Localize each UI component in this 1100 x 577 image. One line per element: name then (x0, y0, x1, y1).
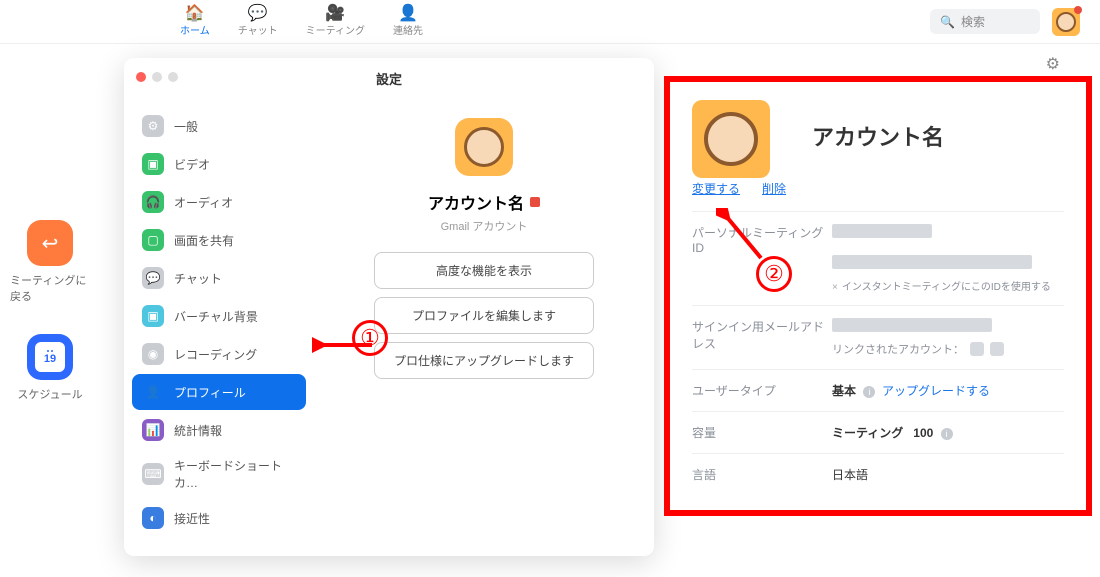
profile-title: アカウント名 (812, 120, 944, 152)
snav-recording[interactable]: ◉レコーディング (132, 336, 306, 372)
header-tabs: 🏠 ホーム 💬 チャット 🎥 ミーティング 👤 連絡先 (180, 6, 423, 37)
search-placeholder: 検索 (961, 13, 985, 30)
chat-icon: 💬 (248, 6, 268, 22)
delete-avatar-link[interactable]: 削除 (762, 180, 786, 197)
tab-label: ホーム (180, 22, 210, 37)
google-chip-icon (970, 342, 984, 356)
calendar-icon: 19 (27, 334, 73, 380)
window-controls[interactable] (136, 72, 178, 82)
gear-icon[interactable]: ⚙ (1046, 54, 1060, 74)
chat-icon: 💬 (142, 267, 164, 289)
snav-chat[interactable]: 💬チャット (132, 260, 306, 296)
row-usertype: ユーザータイプ 基本 i アップグレードする (692, 369, 1064, 411)
upgrade-button[interactable]: プロ仕様にアップグレードします (374, 342, 594, 379)
upgrade-link[interactable]: アップグレードする (882, 384, 990, 398)
account-subtitle: Gmail アカウント (441, 218, 528, 234)
advanced-button[interactable]: 高度な機能を表示 (374, 252, 594, 289)
snav-accessibility[interactable]: ◐接近性 (132, 500, 306, 536)
masked-value (832, 224, 932, 238)
contacts-icon: 👤 (398, 6, 418, 22)
header-avatar[interactable] (1052, 8, 1080, 36)
tab-label: チャット (238, 22, 278, 37)
tab-label: ミーティング (306, 22, 365, 37)
settings-modal: 設定 ⚙一般 ▣ビデオ 🎧オーディオ ▢画面を共有 💬チャット ▣バーチャル背景… (124, 58, 654, 556)
snav-profile[interactable]: 👤プロフィール (132, 374, 306, 410)
keyboard-icon: ⌨ (142, 463, 164, 485)
snav-shortcuts[interactable]: ⌨キーボードショートカ… (132, 450, 306, 498)
record-icon: ◉ (142, 343, 164, 365)
row-signin-email: サインイン用メールアドレス リンクされたアカウント： (692, 305, 1064, 369)
notification-dot-icon (1074, 6, 1082, 14)
stats-icon: 📊 (142, 419, 164, 441)
app-header: 🏠 ホーム 💬 チャット 🎥 ミーティング 👤 連絡先 🔍 検索 (0, 0, 1100, 44)
record-indicator-icon (530, 197, 540, 207)
snav-share[interactable]: ▢画面を共有 (132, 222, 306, 258)
video-icon: 🎥 (325, 6, 345, 22)
masked-value (832, 318, 992, 332)
share-screen-icon: ▢ (142, 229, 164, 251)
tab-home[interactable]: 🏠 ホーム (180, 6, 210, 37)
rail-label: ミーティングに戻る (10, 272, 90, 304)
row-capacity: 容量 ミーティング 100 i (692, 411, 1064, 453)
info-icon[interactable]: i (941, 428, 953, 440)
search-input[interactable]: 🔍 検索 (930, 9, 1040, 34)
modal-header: 設定 (124, 58, 654, 98)
profile-avatar[interactable] (455, 118, 513, 176)
snav-stats[interactable]: 📊統計情報 (132, 412, 306, 448)
back-arrow-icon: ↩ (27, 220, 73, 266)
snav-vbg[interactable]: ▣バーチャル背景 (132, 298, 306, 334)
settings-body: アカウント名 Gmail アカウント 高度な機能を表示 プロファイルを編集します… (314, 58, 654, 556)
row-pmi: パーソナルミーティングID ×インスタントミーティングにこのIDを使用する (692, 211, 1064, 305)
tab-meeting[interactable]: 🎥 ミーティング (306, 6, 365, 37)
change-avatar-link[interactable]: 変更する (692, 180, 740, 197)
headphones-icon: 🎧 (142, 191, 164, 213)
annotation-number-2: ② (756, 256, 792, 292)
gear-icon: ⚙ (142, 115, 164, 137)
tab-chat[interactable]: 💬 チャット (238, 6, 278, 37)
accessibility-icon: ◐ (142, 507, 164, 529)
account-name: アカウント名 (428, 190, 540, 214)
left-rail: ↩ ミーティングに戻る 19 スケジュール (10, 220, 90, 402)
video-icon: ▣ (142, 153, 164, 175)
modal-title: 設定 (376, 69, 402, 88)
profile-avatar-large[interactable] (692, 100, 770, 178)
snav-audio[interactable]: 🎧オーディオ (132, 184, 306, 220)
edit-profile-button[interactable]: プロファイルを編集します (374, 297, 594, 334)
settings-nav: ⚙一般 ▣ビデオ 🎧オーディオ ▢画面を共有 💬チャット ▣バーチャル背景 ◉レ… (124, 58, 314, 556)
rail-schedule[interactable]: 19 スケジュール (17, 334, 82, 402)
profile-web-panel: 変更する 削除 アカウント名 パーソナルミーティングID ×インスタントミーティ… (664, 76, 1092, 516)
rail-back[interactable]: ↩ ミーティングに戻る (10, 220, 90, 304)
search-icon: 🔍 (940, 15, 955, 29)
tab-label: 連絡先 (393, 22, 423, 37)
info-icon[interactable]: i (863, 386, 875, 398)
masked-value (832, 255, 1032, 269)
snav-video[interactable]: ▣ビデオ (132, 146, 306, 182)
background-icon: ▣ (142, 305, 164, 327)
annotation-number-1: ① (352, 320, 388, 356)
row-language: 言語 日本語 (692, 453, 1064, 495)
person-icon: 👤 (142, 381, 164, 403)
linked-chip-icon (990, 342, 1004, 356)
rail-label: スケジュール (17, 386, 82, 402)
snav-general[interactable]: ⚙一般 (132, 108, 306, 144)
home-icon: 🏠 (185, 6, 205, 22)
close-icon[interactable] (136, 72, 146, 82)
tab-contacts[interactable]: 👤 連絡先 (393, 6, 423, 37)
